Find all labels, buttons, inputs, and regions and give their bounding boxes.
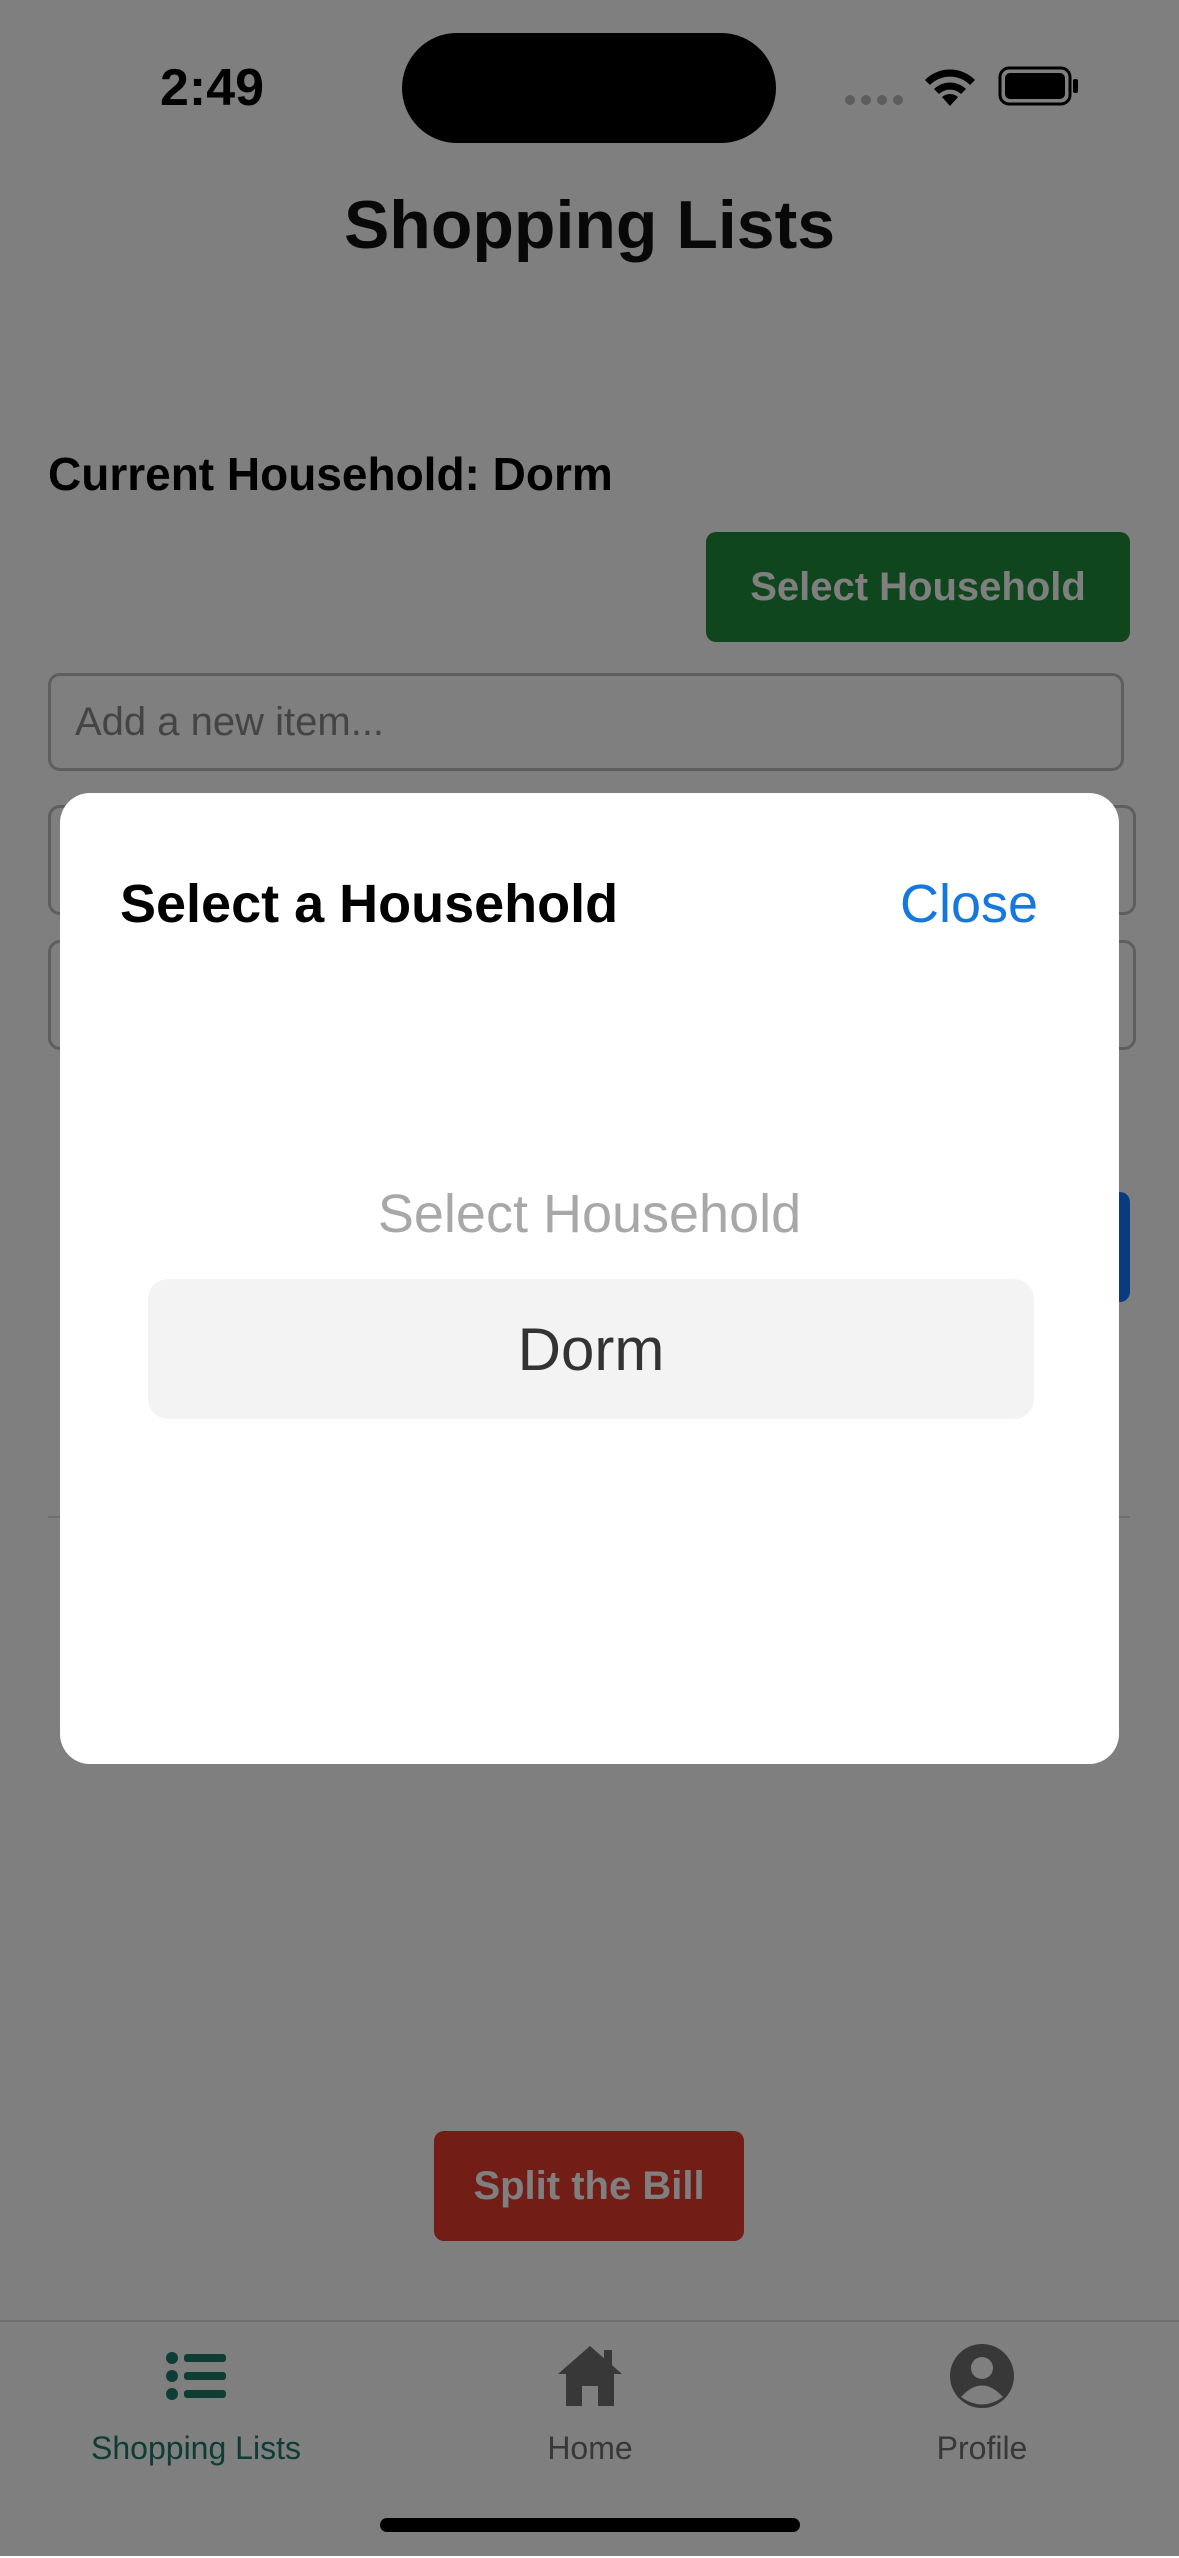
- household-picker-option[interactable]: Dorm: [148, 1279, 1034, 1419]
- modal-title: Select a Household: [120, 874, 619, 934]
- household-modal: Select a Household Close Select Househol…: [60, 793, 1119, 1764]
- close-button[interactable]: Close: [900, 873, 1038, 935]
- picker-label: Select Household: [377, 1184, 802, 1244]
